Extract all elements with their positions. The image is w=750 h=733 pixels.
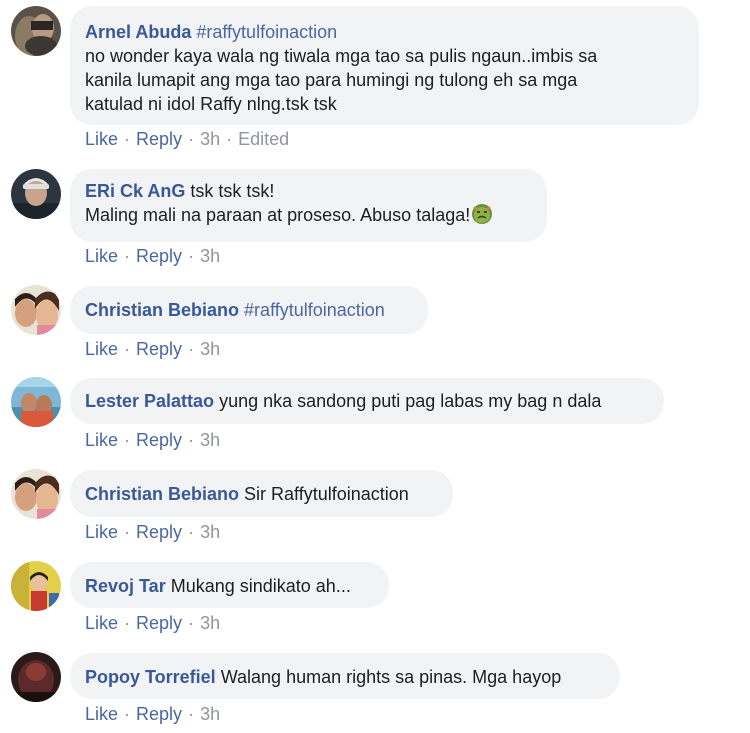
avatar[interactable]	[11, 169, 61, 219]
separator-dot: ·	[226, 129, 233, 149]
avatar[interactable]	[11, 377, 61, 427]
comment-text: no wonder kaya wala ng tiwala mga tao sa…	[85, 46, 598, 66]
comment-text: yung nka sandong puti pag labas my bag n…	[219, 391, 602, 411]
avatar-photo	[11, 285, 61, 335]
comment-text: Mukang sindikato ah...	[170, 576, 351, 596]
comment-text: kanila lumapit ang mga tao para humingi …	[85, 70, 578, 90]
separator-dot: ·	[124, 522, 131, 542]
like-button[interactable]: Like	[85, 129, 118, 149]
hashtag-link[interactable]: #raffytulfoinaction	[196, 22, 337, 42]
comment-text: tsk tsk tsk!	[190, 181, 275, 201]
avatar[interactable]	[11, 469, 61, 519]
separator-dot: ·	[188, 430, 195, 450]
separator-dot: ·	[124, 339, 131, 359]
edited-label[interactable]: Edited	[238, 129, 289, 149]
separator-dot: ·	[188, 704, 195, 724]
reply-button[interactable]: Reply	[136, 613, 182, 633]
separator-dot: ·	[124, 129, 131, 149]
avatar-photo	[11, 377, 61, 427]
like-button[interactable]: Like	[85, 246, 118, 266]
reply-button[interactable]: Reply	[136, 246, 182, 266]
timestamp[interactable]: 3h	[200, 246, 220, 266]
avatar-photo	[11, 6, 61, 56]
comment-author[interactable]: Popoy Torrefiel	[85, 667, 216, 687]
comment-text: Sir Raffytulfoinaction	[244, 484, 409, 504]
comment-bubble: Arnel Abuda #raffytulfoinaction no wonde…	[70, 6, 699, 125]
separator-dot: ·	[188, 613, 195, 633]
timestamp[interactable]: 3h	[200, 129, 220, 149]
reply-button[interactable]: Reply	[136, 129, 182, 149]
separator-dot: ·	[124, 246, 131, 266]
comment-actions: Like · Reply · 3h	[85, 430, 220, 450]
separator-dot: ·	[124, 430, 131, 450]
like-button[interactable]: Like	[85, 339, 118, 359]
comment-actions: Like · Reply · 3h	[85, 339, 220, 359]
like-button[interactable]: Like	[85, 522, 118, 542]
comment-actions: Like · Reply · 3h	[85, 246, 220, 266]
comment-bubble: Popoy Torrefiel Walang human rights sa p…	[70, 653, 620, 699]
comment-actions: Like · Reply · 3h	[85, 613, 220, 633]
avatar-photo	[11, 652, 61, 702]
comment-author[interactable]: ERi Ck AnG	[85, 181, 185, 201]
separator-dot: ·	[124, 704, 131, 724]
comment-actions: Like · Reply · 3h	[85, 704, 220, 724]
comment-text: katulad ni idol Raffy nlng.tsk tsk	[85, 94, 337, 114]
comment-actions: Like · Reply · 3h · Edited	[85, 129, 289, 149]
avatar-photo	[11, 469, 61, 519]
avatar[interactable]	[11, 285, 61, 335]
comment-author[interactable]: Lester Palattao	[85, 391, 214, 411]
separator-dot: ·	[188, 129, 195, 149]
comment-author[interactable]: Arnel Abuda	[85, 22, 191, 42]
timestamp[interactable]: 3h	[200, 339, 220, 359]
separator-dot: ·	[188, 339, 195, 359]
avatar[interactable]	[11, 652, 61, 702]
separator-dot: ·	[124, 613, 131, 633]
comment-text: Walang human rights sa pinas. Mga hayop	[220, 667, 562, 687]
avatar-photo	[11, 561, 61, 611]
reply-button[interactable]: Reply	[136, 704, 182, 724]
comment-author[interactable]: Christian Bebiano	[85, 484, 239, 504]
avatar[interactable]	[11, 6, 61, 56]
angry-face-emoji	[471, 203, 493, 225]
avatar[interactable]	[11, 561, 61, 611]
reply-button[interactable]: Reply	[136, 430, 182, 450]
comment-bubble: Christian Bebiano Sir Raffytulfoinaction	[70, 470, 453, 517]
like-button[interactable]: Like	[85, 430, 118, 450]
avatar-photo	[11, 169, 61, 219]
hashtag-link[interactable]: #raffytulfoinaction	[244, 300, 385, 320]
timestamp[interactable]: 3h	[200, 430, 220, 450]
comment-bubble: Revoj Tar Mukang sindikato ah...	[70, 562, 389, 608]
like-button[interactable]: Like	[85, 613, 118, 633]
separator-dot: ·	[188, 522, 195, 542]
comment-text: Maling mali na paraan at proseso. Abuso …	[85, 205, 471, 225]
comment-bubble: Christian Bebiano #raffytulfoinaction	[70, 286, 428, 334]
like-button[interactable]: Like	[85, 704, 118, 724]
comment-bubble: ERi Ck AnG tsk tsk tsk! Maling mali na p…	[70, 169, 547, 242]
comment-bubble: Lester Palattao yung nka sandong puti pa…	[70, 378, 664, 424]
timestamp[interactable]: 3h	[200, 522, 220, 542]
timestamp[interactable]: 3h	[200, 704, 220, 724]
timestamp[interactable]: 3h	[200, 613, 220, 633]
separator-dot: ·	[188, 246, 195, 266]
comment-author[interactable]: Revoj Tar	[85, 576, 166, 596]
reply-button[interactable]: Reply	[136, 522, 182, 542]
comment-actions: Like · Reply · 3h	[85, 522, 220, 542]
comment-author[interactable]: Christian Bebiano	[85, 300, 239, 320]
reply-button[interactable]: Reply	[136, 339, 182, 359]
